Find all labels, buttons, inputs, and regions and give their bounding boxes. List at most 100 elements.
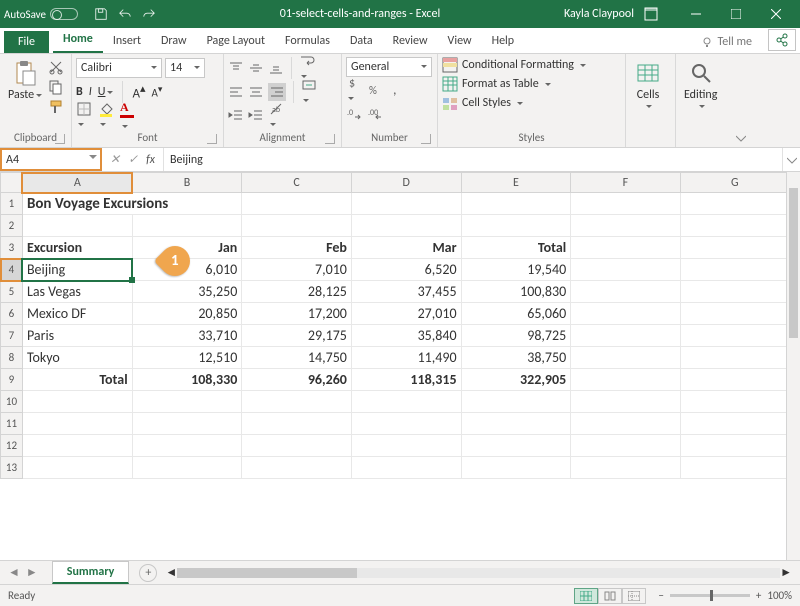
- cell[interactable]: [680, 369, 789, 391]
- expand-formula-bar-icon[interactable]: [782, 148, 800, 171]
- cells-button[interactable]: Cells: [630, 57, 666, 111]
- page-break-view-button[interactable]: [622, 588, 646, 604]
- bold-button[interactable]: B: [76, 85, 83, 99]
- cell[interactable]: [242, 435, 352, 457]
- row-header[interactable]: 2: [1, 215, 23, 237]
- col-header-C[interactable]: C: [242, 173, 352, 193]
- sheet-nav-prev-icon[interactable]: ◄: [8, 565, 20, 580]
- cell[interactable]: [461, 215, 571, 237]
- cell[interactable]: 38,750: [461, 347, 571, 369]
- cell[interactable]: [461, 193, 571, 215]
- row-header[interactable]: 3: [1, 237, 23, 259]
- cell[interactable]: [680, 281, 789, 303]
- row-header[interactable]: 9: [1, 369, 23, 391]
- copy-icon[interactable]: [48, 79, 64, 95]
- cell[interactable]: [571, 259, 680, 281]
- new-sheet-button[interactable]: +: [139, 564, 157, 582]
- row-header[interactable]: 7: [1, 325, 23, 347]
- cell[interactable]: [132, 391, 242, 413]
- tab-help[interactable]: Help: [482, 30, 525, 53]
- col-header-B[interactable]: B: [132, 173, 242, 193]
- cell[interactable]: 27,010: [351, 303, 461, 325]
- cell-styles-button[interactable]: Cell Styles: [442, 95, 586, 111]
- cell[interactable]: 65,060: [461, 303, 571, 325]
- collapse-ribbon-icon[interactable]: [732, 54, 750, 147]
- cell[interactable]: [680, 325, 789, 347]
- italic-button[interactable]: I: [89, 85, 92, 99]
- cell[interactable]: [132, 457, 242, 479]
- align-center-icon[interactable]: [248, 84, 264, 100]
- cell[interactable]: 7,010: [242, 259, 352, 281]
- cell[interactable]: 98,725: [461, 325, 571, 347]
- cell[interactable]: [680, 215, 789, 237]
- cell[interactable]: Bon Voyage Excursions: [22, 193, 241, 215]
- align-right-icon[interactable]: [268, 83, 286, 101]
- dialog-launcher-icon[interactable]: [55, 134, 65, 144]
- cell[interactable]: Excursion: [22, 237, 132, 259]
- cell[interactable]: [571, 347, 680, 369]
- normal-view-button[interactable]: [574, 588, 598, 604]
- cell[interactable]: 35,840: [351, 325, 461, 347]
- tab-formulas[interactable]: Formulas: [275, 30, 340, 53]
- cell[interactable]: [571, 281, 680, 303]
- cell[interactable]: [461, 413, 571, 435]
- maximize-button[interactable]: [716, 0, 756, 28]
- increase-indent-icon[interactable]: [248, 108, 264, 124]
- cell[interactable]: Las Vegas: [22, 281, 132, 303]
- cell[interactable]: [680, 259, 789, 281]
- cell[interactable]: 11,490: [351, 347, 461, 369]
- autosave-toggle[interactable]: AutoSave: [4, 8, 78, 21]
- share-button[interactable]: [768, 29, 796, 51]
- cell[interactable]: [132, 435, 242, 457]
- font-name-combo[interactable]: Calibri: [76, 58, 162, 78]
- cell[interactable]: [680, 303, 789, 325]
- font-color-icon[interactable]: A: [120, 100, 134, 133]
- paste-button[interactable]: Paste: [4, 57, 46, 104]
- tab-view[interactable]: View: [438, 30, 482, 53]
- cut-icon[interactable]: [48, 59, 64, 75]
- cell[interactable]: [680, 457, 789, 479]
- zoom-slider[interactable]: [670, 594, 750, 597]
- col-header-G[interactable]: G: [680, 173, 789, 193]
- dialog-launcher-icon[interactable]: [207, 134, 217, 144]
- cell[interactable]: [242, 413, 352, 435]
- tab-data[interactable]: Data: [340, 30, 383, 53]
- row-header[interactable]: 11: [1, 413, 23, 435]
- zoom-out-button[interactable]: −: [658, 589, 663, 602]
- zoom-in-button[interactable]: +: [756, 589, 761, 602]
- tab-draw[interactable]: Draw: [151, 30, 197, 53]
- worksheet-grid[interactable]: A B C D E F G 1Bon Voyage Excursions 2 3…: [0, 172, 800, 560]
- col-header-A[interactable]: A: [22, 173, 132, 193]
- cell[interactable]: 35,250: [132, 281, 242, 303]
- sheet-nav-next-icon[interactable]: ►: [26, 565, 38, 580]
- row-header[interactable]: 13: [1, 457, 23, 479]
- col-header-E[interactable]: E: [461, 173, 571, 193]
- dialog-launcher-icon[interactable]: [421, 134, 431, 144]
- align-bottom-icon[interactable]: [268, 60, 284, 76]
- cell[interactable]: [22, 435, 132, 457]
- increase-decimal-icon[interactable]: .0: [346, 106, 362, 122]
- borders-icon[interactable]: [76, 101, 92, 131]
- cell[interactable]: [571, 413, 680, 435]
- format-painter-icon[interactable]: [48, 99, 64, 115]
- cell[interactable]: [680, 435, 789, 457]
- tab-page-layout[interactable]: Page Layout: [197, 30, 275, 53]
- cell[interactable]: 118,315: [351, 369, 461, 391]
- enter-icon[interactable]: ✓: [128, 152, 138, 167]
- cell[interactable]: Mexico DF: [22, 303, 132, 325]
- sheet-tab-summary[interactable]: Summary: [52, 561, 130, 584]
- tab-review[interactable]: Review: [383, 30, 438, 53]
- cell[interactable]: [680, 347, 789, 369]
- cell[interactable]: [22, 413, 132, 435]
- orientation-icon[interactable]: ab: [268, 101, 284, 131]
- cell[interactable]: [22, 457, 132, 479]
- increase-font-icon[interactable]: A▴: [132, 82, 145, 101]
- cell[interactable]: [242, 215, 352, 237]
- cell[interactable]: [680, 237, 789, 259]
- cell[interactable]: [680, 391, 789, 413]
- dialog-launcher-icon[interactable]: [325, 134, 335, 144]
- undo-icon[interactable]: [118, 7, 132, 21]
- scrollbar-thumb[interactable]: [177, 568, 357, 578]
- cell[interactable]: [571, 435, 680, 457]
- save-icon[interactable]: [94, 7, 108, 21]
